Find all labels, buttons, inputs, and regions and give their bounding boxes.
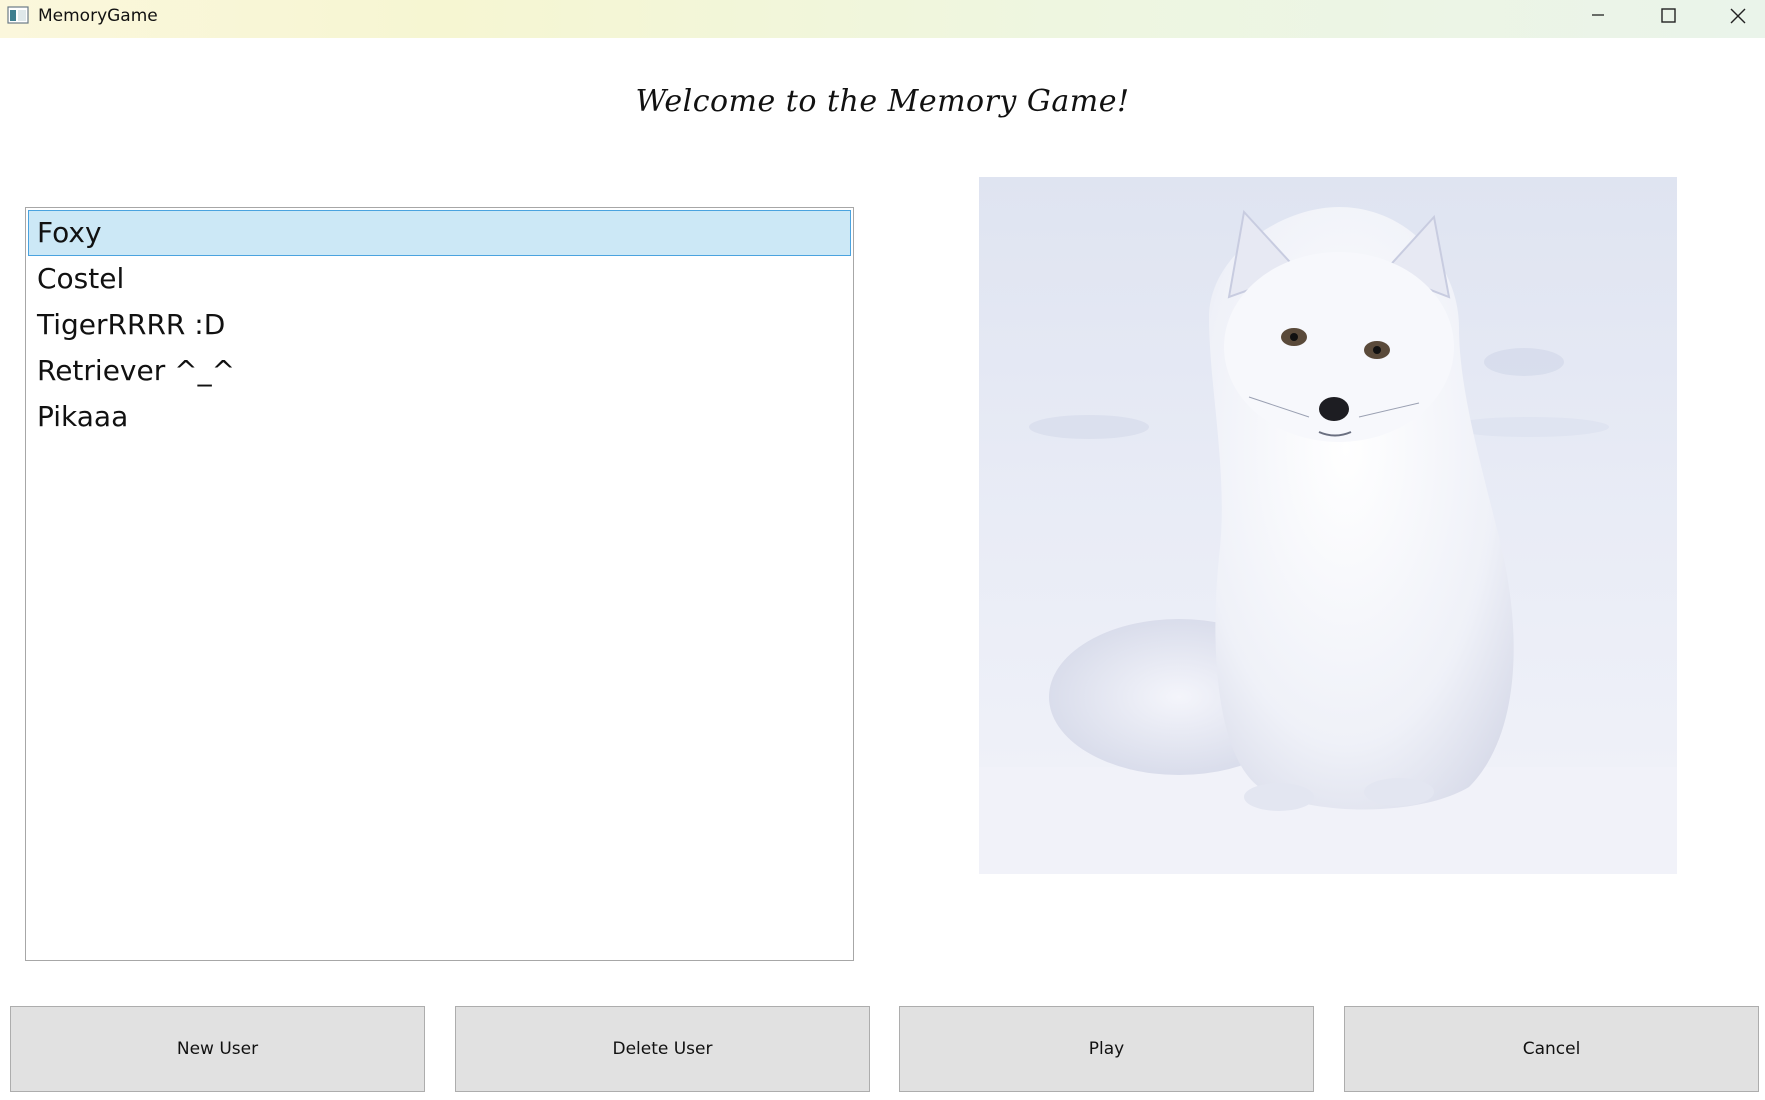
- app-icon: [7, 6, 29, 24]
- arctic-fox-image: [979, 177, 1677, 874]
- maximize-icon: [1661, 8, 1676, 23]
- main-window: MemoryGame Welcome to the Memory Game! F…: [0, 0, 1765, 1100]
- close-button[interactable]: [1703, 0, 1765, 33]
- title-bar[interactable]: MemoryGame: [0, 0, 1765, 38]
- new-user-button[interactable]: New User: [10, 1006, 425, 1092]
- close-icon: [1730, 8, 1746, 24]
- minimize-button[interactable]: [1563, 0, 1633, 33]
- list-item[interactable]: Pikaaa: [28, 394, 851, 440]
- delete-user-button[interactable]: Delete User: [455, 1006, 870, 1092]
- list-item-selected[interactable]: Foxy: [28, 210, 851, 256]
- user-list[interactable]: Foxy Costel TigerRRRR :D Retriever ^_^ P…: [25, 207, 854, 961]
- window-title: MemoryGame: [38, 6, 158, 26]
- minimize-icon: [1592, 14, 1604, 16]
- user-avatar-image: [979, 177, 1677, 874]
- list-item[interactable]: TigerRRRR :D: [28, 302, 851, 348]
- play-button[interactable]: Play: [899, 1006, 1314, 1092]
- page-title: Welcome to the Memory Game!: [635, 84, 1130, 119]
- list-item[interactable]: Retriever ^_^: [28, 348, 851, 394]
- list-item[interactable]: Costel: [28, 256, 851, 302]
- maximize-button[interactable]: [1633, 0, 1703, 33]
- cancel-button[interactable]: Cancel: [1344, 1006, 1759, 1092]
